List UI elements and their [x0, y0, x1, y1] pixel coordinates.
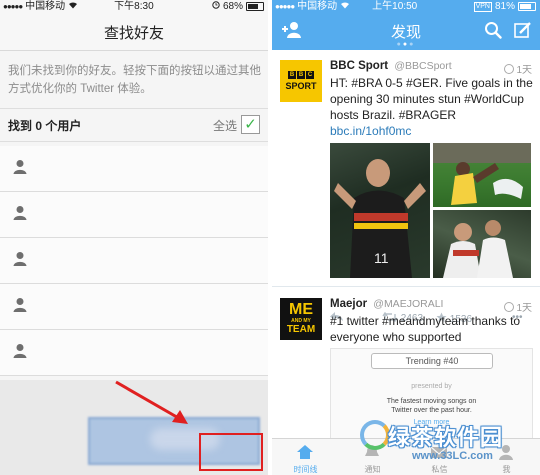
tweet-time: 1天	[504, 61, 532, 76]
person-icon	[13, 160, 27, 174]
page-title: 查找好友	[103, 25, 164, 42]
checkmark-icon: ✓	[244, 116, 257, 133]
user-handle: @MAEJORALI	[373, 298, 444, 310]
watermark-title: 绿茶软件园	[388, 425, 504, 450]
status-bar: ●●●●● 中国移动 下午8:30 68%	[0, 0, 268, 13]
search-icon[interactable]	[484, 21, 502, 44]
home-icon	[297, 445, 313, 459]
clock-label: 上午10:50	[372, 1, 418, 12]
user-row[interactable]	[0, 330, 268, 376]
user-handle: @BBCSport	[394, 60, 452, 72]
discover-screen: ●●●●● 中国移动 上午10:50 VPN 81% 发现 ●●● BBC SP…	[272, 0, 540, 475]
svg-text:11: 11	[374, 250, 389, 266]
nav-bar: 发现 ●●●	[272, 13, 540, 50]
tab-timeline[interactable]: 时间线	[272, 439, 339, 475]
tweet-header: BBC Sport @BBCSport	[330, 60, 452, 72]
battery-icon	[518, 2, 536, 11]
tweet-text: #1 twitter #meandmyteam thanks to everyo…	[330, 314, 521, 344]
found-count-label: 找到 0 个用户	[8, 119, 82, 133]
tweet-media[interactable]: 11	[330, 143, 531, 278]
red-arrow-annotation	[115, 380, 188, 424]
battery-percent: 68%	[222, 1, 243, 12]
tweet-time: 1天	[504, 299, 532, 314]
select-all-checkbox[interactable]: ✓	[241, 115, 260, 134]
battery-percent: 81%	[494, 1, 515, 12]
tweet-text: HT: #BRA 0-5 #GER. Five goals in the ope…	[330, 76, 533, 138]
find-friends-screen: ●●●●● 中国移动 下午8:30 68% 查找好友 我们未找到你的好友。轻按下…	[0, 0, 268, 475]
wifi-icon	[68, 0, 78, 13]
globe-icon	[504, 64, 515, 74]
media-photo[interactable]: 11	[330, 143, 430, 278]
user-row[interactable]	[0, 146, 268, 192]
compose-icon[interactable]	[514, 21, 532, 44]
carrier-label: 中国移动	[25, 1, 66, 12]
avatar[interactable]: ME AND MY TEAM	[280, 298, 322, 340]
user-name[interactable]: Maejor	[330, 298, 367, 310]
tweet[interactable]: BBC SPORT BBC Sport @BBCSport 1天 HT: #BR…	[272, 50, 540, 325]
media-photo[interactable]	[433, 143, 531, 207]
person-icon	[13, 206, 27, 220]
watermark-url: www.33LC.com	[412, 450, 493, 462]
card-description: The fastest moving songs on Twitter over …	[386, 398, 477, 414]
site-watermark: 绿茶软件园 www.33LC.com	[360, 418, 540, 475]
card-presented-by: presented by	[411, 383, 452, 390]
status-bar: ●●●●● 中国移动 上午10:50 VPN 81%	[272, 0, 540, 13]
user-list	[0, 146, 268, 376]
carrier-label: 中国移动	[297, 1, 338, 12]
vpn-badge: VPN	[473, 1, 492, 12]
nav-bar: 查找好友	[0, 13, 268, 51]
person-icon	[13, 298, 27, 312]
bbc-logo: BBC	[288, 71, 314, 79]
signal-icon: ●●●●●	[275, 2, 295, 11]
avatar[interactable]: BBC SPORT	[280, 60, 322, 102]
user-row[interactable]	[0, 284, 268, 330]
select-all-label[interactable]: 全选	[213, 117, 237, 134]
person-icon	[13, 344, 27, 358]
tweet-link[interactable]: bbc.in/1ohf0mc	[330, 124, 411, 138]
user-name[interactable]: BBC Sport	[330, 60, 388, 72]
person-icon	[13, 252, 27, 266]
tweet-header: Maejor @MAEJORALI	[330, 298, 443, 310]
clock-label: 下午8:30	[114, 1, 154, 12]
alarm-icon	[212, 0, 220, 13]
watermark-logo-icon	[360, 420, 390, 450]
media-photo[interactable]	[433, 210, 531, 278]
globe-icon	[504, 302, 515, 312]
found-users-header: 找到 0 个用户 全选 ✓	[0, 108, 268, 142]
user-row[interactable]	[0, 192, 268, 238]
wifi-icon	[340, 0, 350, 13]
battery-icon	[246, 2, 264, 11]
no-friends-message: 我们未找到你的好友。轻按下面的按钮以通过其他方式优化你的 Twitter 体验。	[8, 65, 261, 95]
tweet[interactable]: ME AND MY TEAM Maejor @MAEJORALI 1天 #1 t…	[272, 288, 540, 440]
signal-icon: ●●●●●	[3, 2, 23, 11]
user-row[interactable]	[0, 238, 268, 284]
trending-pill: Trending #40	[371, 353, 493, 369]
red-highlight-box	[199, 433, 263, 471]
